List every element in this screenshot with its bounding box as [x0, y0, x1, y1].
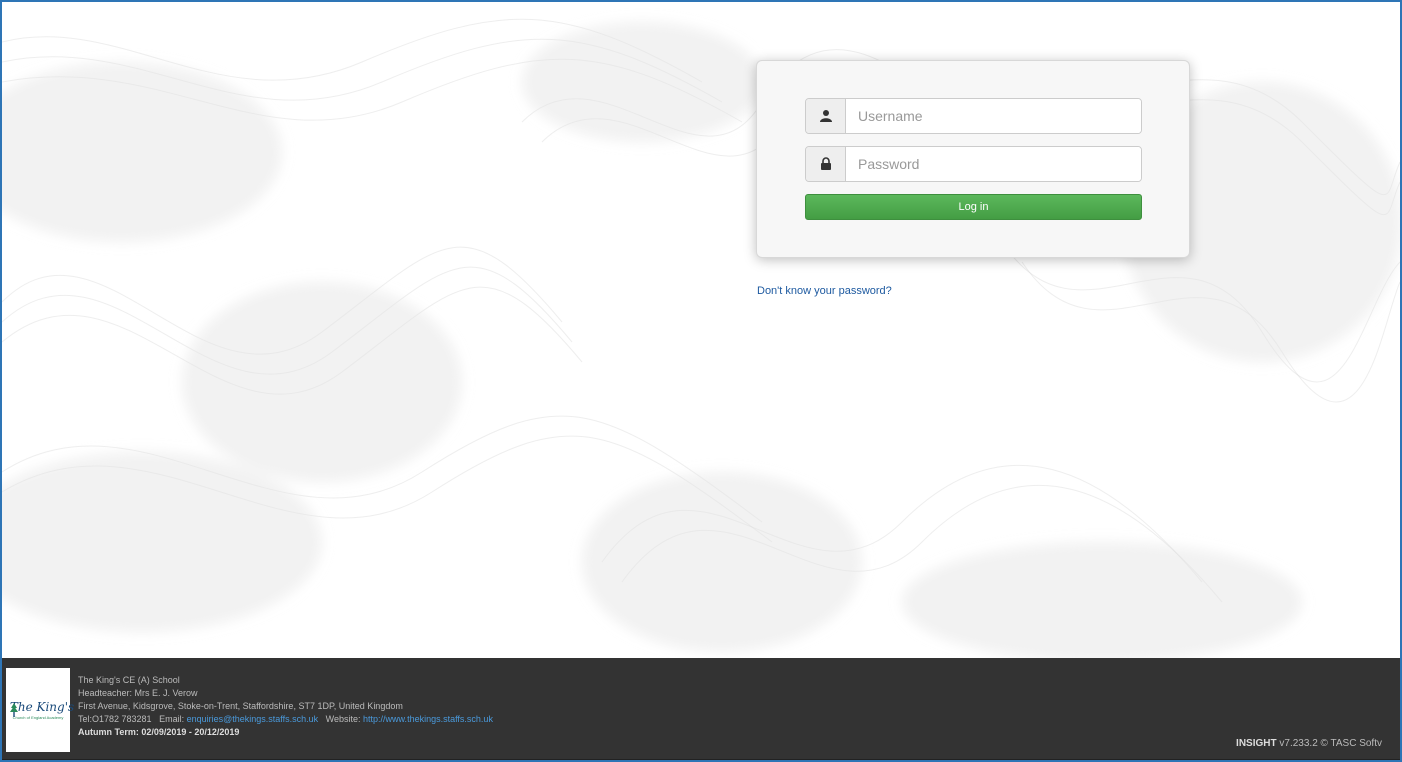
footer: The King's Church of England Academy The… — [2, 658, 1400, 760]
login-button[interactable]: Log in — [805, 194, 1142, 220]
headteacher: Headteacher: Mrs E. J. Verow — [78, 688, 198, 698]
user-icon — [806, 99, 846, 133]
tel: Tel:O1782 783281 — [78, 714, 152, 724]
logo-text: The King's — [9, 700, 75, 714]
school-info: The King's CE (A) School Headteacher: Mr… — [78, 674, 493, 739]
username-input[interactable] — [846, 99, 1141, 133]
forgot-password-link[interactable]: Don't know your password? — [757, 285, 892, 297]
contact-line: Tel:O1782 783281 Email: enquiries@thekin… — [78, 713, 493, 726]
smoke-background-icon — [2, 18, 1400, 658]
version-text: v7.233.2 © TASC Softv — [1279, 738, 1382, 749]
school-name: The King's CE (A) School — [78, 675, 180, 685]
app-name: INSIGHT — [1236, 738, 1277, 749]
password-input[interactable] — [846, 147, 1141, 181]
tree-logo-icon — [10, 703, 18, 717]
email-label: Email: — [159, 714, 185, 724]
login-panel: Log in — [756, 60, 1190, 258]
browser-frame: Log in Don't know your password? The Kin… — [0, 0, 1402, 762]
username-group — [805, 98, 1142, 134]
password-group — [805, 146, 1142, 182]
version-info: INSIGHT v7.233.2 © TASC Softv — [1236, 738, 1382, 749]
logo-subtext: Church of England Academy — [12, 715, 64, 720]
email-link[interactable]: enquiries@thekings.staffs.sch.uk — [187, 714, 319, 724]
background-artwork — [2, 2, 1400, 658]
school-address: First Avenue, Kidsgrove, Stoke-on-Trent,… — [78, 701, 403, 711]
school-logo: The King's Church of England Academy — [6, 668, 74, 752]
term-dates: Autumn Term: 02/09/2019 - 20/12/2019 — [78, 727, 240, 737]
website-label: Website: — [325, 714, 361, 724]
website-link[interactable]: http://www.thekings.staffs.sch.uk — [363, 714, 493, 724]
lock-icon — [806, 147, 846, 181]
